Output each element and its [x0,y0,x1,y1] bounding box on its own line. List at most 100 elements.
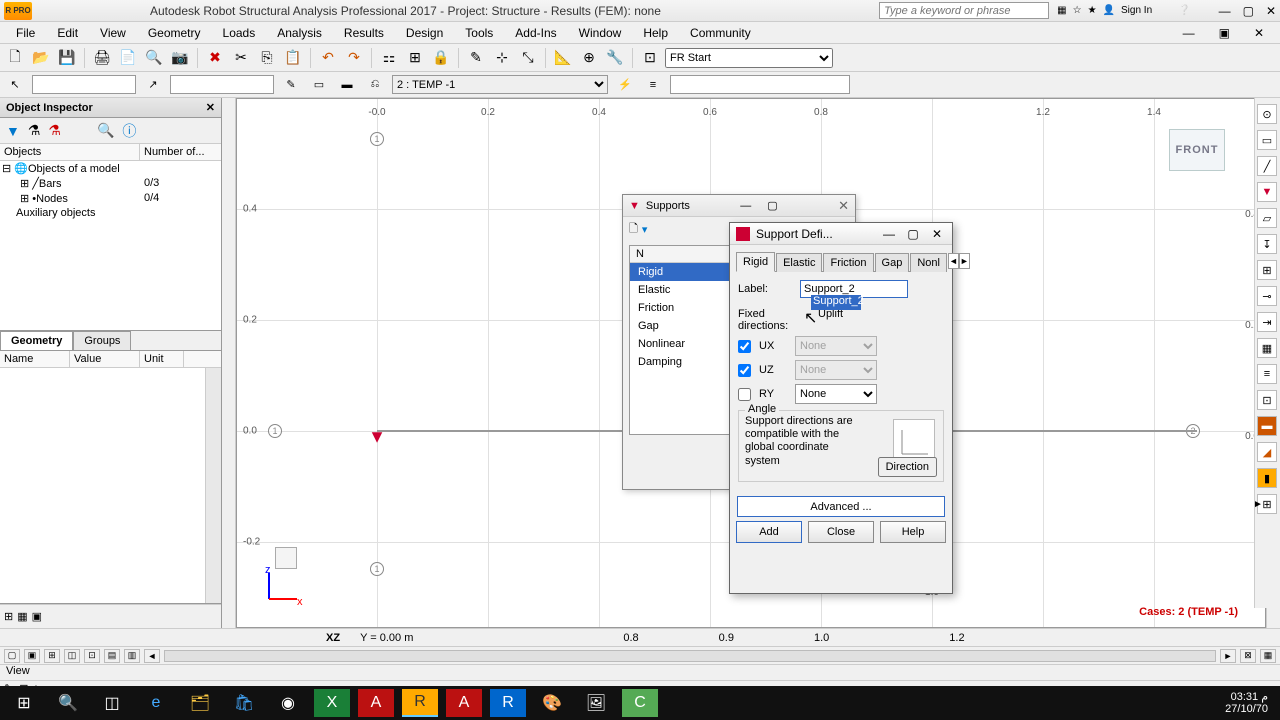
menu-tools[interactable]: Tools [455,24,503,42]
defn-tab-rigid[interactable]: Rigid [736,252,775,272]
explorer-icon[interactable]: 🗂 [182,689,218,717]
bt6-icon[interactable]: ▤ [104,649,120,663]
cut-icon[interactable]: ✂ [230,47,252,69]
sup-tb1-icon[interactable]: 🗋 [629,220,638,239]
taskbar-clock[interactable]: 03:31 م27/10/70 [1225,691,1274,715]
bt2-icon[interactable]: ▣ [24,649,40,663]
menu-view[interactable]: View [90,24,136,42]
mdi-minimize[interactable]: — [1173,24,1205,42]
rt-node-icon[interactable]: ⊙ [1257,104,1277,124]
menu-window[interactable]: Window [569,24,632,42]
revit-icon[interactable]: R [490,689,526,717]
table-icon[interactable]: ⊞ [404,47,426,69]
view-tab[interactable]: View [0,664,1280,680]
support-definition-dialog[interactable]: Support Defi... — ▢ ✕ Rigid Elastic Fric… [729,222,953,594]
oi-scrollbar[interactable] [205,368,221,603]
defn-tab-right-icon[interactable]: ► [959,253,970,269]
oi-tool2-icon[interactable]: ▦ [17,610,27,623]
paint-icon[interactable]: 🎨 [534,689,570,717]
axis-triad[interactable]: zx [259,565,303,609]
menu-analysis[interactable]: Analysis [267,24,332,42]
axis-icon[interactable]: ⊹ [491,47,513,69]
paste-icon[interactable]: 📋 [282,47,304,69]
level-icon[interactable]: ▭ [308,74,330,96]
rt-footing-icon[interactable]: ◢ [1257,442,1277,462]
plane-widget[interactable] [275,547,297,569]
print-icon[interactable]: 🖨 [91,47,113,69]
search-taskbar-icon[interactable]: 🔍 [50,689,86,717]
chrome-icon[interactable]: ◉ [270,689,306,717]
layout-select[interactable]: FR Start [665,48,833,68]
defn-tab-gap[interactable]: Gap [875,253,910,272]
story-icon[interactable]: ✎ [280,74,302,96]
camtasia-icon[interactable]: C [622,689,658,717]
defn-add-button[interactable]: Add [736,521,802,543]
oi-funnel-icon[interactable]: ⚗ [28,122,41,139]
viewcube[interactable]: FRONT [1169,129,1225,171]
menu-community[interactable]: Community [680,24,761,42]
oi-tool1-icon[interactable]: ⊞ [4,610,13,623]
camera-icon[interactable]: 📷 [169,47,191,69]
sup-tb2-icon[interactable]: ▾ [642,223,648,236]
tree-aux[interactable]: Auxiliary objects [16,207,95,219]
cursor-icon[interactable]: ↖ [4,74,26,96]
bt1-icon[interactable]: ▢ [4,649,20,663]
rt-obj-icon[interactable]: ⊞ [1257,260,1277,280]
layout-icon[interactable]: ⊡ [639,47,661,69]
mdi-close[interactable]: ✕ [1244,24,1274,42]
edge-icon[interactable]: e [138,689,174,717]
prop-col-value[interactable]: Value [70,351,140,367]
menu-file[interactable]: File [6,24,45,42]
oi-close-icon[interactable]: ✕ [206,101,215,114]
rt-release-icon[interactable]: ⊸ [1257,286,1277,306]
defn-ry-checkbox[interactable] [738,388,751,401]
menu-edit[interactable]: Edit [47,24,88,42]
prop-col-unit[interactable]: Unit [140,351,184,367]
menu-addins[interactable]: Add-Ins [505,24,566,42]
defn-min-icon[interactable]: — [880,227,898,241]
bt11-icon[interactable]: ▦ [1260,649,1276,663]
rt-bar-icon[interactable]: ╱ [1257,156,1277,176]
bt4-icon[interactable]: ◫ [64,649,80,663]
store-icon[interactable]: 🛍 [226,689,262,717]
filter-icon[interactable]: ↗ [142,74,164,96]
selection-input[interactable] [32,75,136,94]
favorite-icon[interactable]: ★ [1088,5,1097,16]
defn-help-button[interactable]: Help [880,521,946,543]
menu-help[interactable]: Help [633,24,678,42]
menu-design[interactable]: Design [396,24,453,42]
autocad-icon[interactable]: A [358,689,394,717]
caseopt1-icon[interactable]: ⚡ [614,74,636,96]
rt-section-icon[interactable]: ▭ [1257,130,1277,150]
case-select[interactable]: 2 : TEMP -1 [392,75,608,94]
supports-min-icon[interactable]: — [740,200,751,212]
menu-loads[interactable]: Loads [213,24,266,42]
maximize-button[interactable]: ▢ [1243,4,1254,18]
rt-panel-icon[interactable]: ▱ [1257,208,1277,228]
left-scrollbar[interactable] [222,98,236,628]
oi-info-icon[interactable]: ⓘ [122,121,136,141]
search-input[interactable] [879,2,1049,19]
prop-col-name[interactable]: Name [0,351,70,367]
excel-icon[interactable]: X [314,689,350,717]
bt10-icon[interactable]: ⊠ [1240,649,1256,663]
filter-input[interactable] [170,75,274,94]
mdi-restore[interactable]: ▣ [1209,24,1240,42]
open-icon[interactable]: 📂 [30,47,52,69]
defn-advanced-button[interactable]: Advanced ... [737,496,945,517]
tree-root[interactable]: Objects of a model [28,163,120,175]
screenshot-icon[interactable]: 🔍 [143,47,165,69]
rt-story-icon[interactable]: ⊡ [1257,390,1277,410]
calc-icon[interactable]: ⚏ [378,47,400,69]
redo-icon[interactable]: ↷ [343,47,365,69]
level2-icon[interactable]: ▬ [336,74,358,96]
bt7-icon[interactable]: ▥ [124,649,140,663]
defn-tab-elastic[interactable]: Elastic [776,253,822,272]
star-icon[interactable]: ☆ [1073,5,1082,16]
oi-clear-icon[interactable]: ⚗ [48,122,61,139]
defn-close-button[interactable]: Close [808,521,874,543]
taskview-icon[interactable]: ◫ [94,689,130,717]
edit2-icon[interactable]: ✎ [465,47,487,69]
case-input[interactable] [670,75,850,94]
oi-search-icon[interactable]: 🔍 [97,122,114,139]
